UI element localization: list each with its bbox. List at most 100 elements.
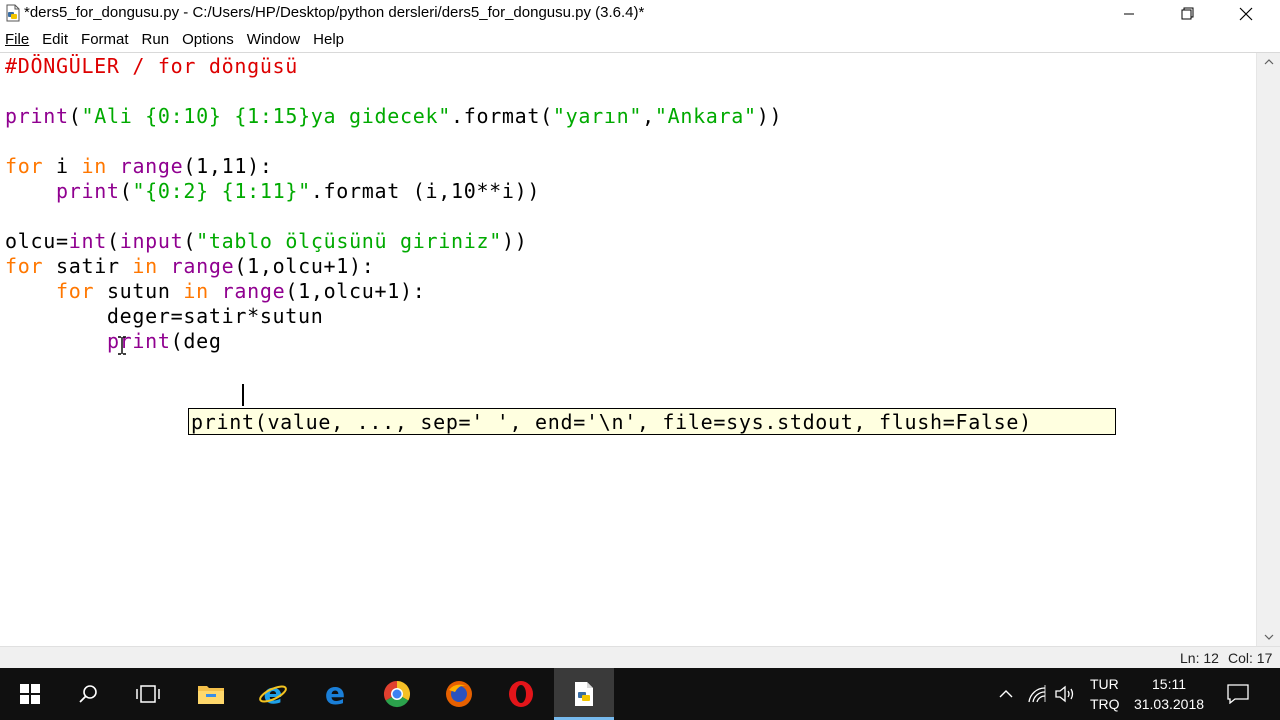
menu-options[interactable]: Options bbox=[176, 29, 241, 51]
menu-run-label: Run bbox=[141, 31, 170, 48]
ibeam-cursor-icon bbox=[118, 336, 126, 355]
code-token: ( bbox=[106, 229, 120, 253]
menu-window-label: Window bbox=[246, 31, 301, 48]
speaker-icon bbox=[1055, 685, 1074, 703]
idle-taskbar-button[interactable] bbox=[554, 668, 614, 720]
code-line: olcu=int(input("tablo ölçüsünü giriniz")… bbox=[5, 229, 527, 254]
python-file-icon bbox=[575, 682, 593, 706]
code-token: satir bbox=[43, 254, 133, 278]
code-token: )) bbox=[756, 104, 783, 128]
code-line: #DÖNGÜLER / for döngüsü bbox=[5, 54, 298, 79]
show-hidden-icons-button[interactable] bbox=[996, 682, 1016, 706]
code-token: range bbox=[119, 154, 184, 178]
code-token: deger=satir*sutun bbox=[5, 304, 324, 328]
start-button[interactable] bbox=[0, 668, 60, 720]
firefox-icon bbox=[446, 681, 472, 707]
clock[interactable]: 15:11 31.03.2018 bbox=[1130, 674, 1208, 714]
code-token: .format( bbox=[450, 104, 553, 128]
file-explorer-taskbar-button[interactable] bbox=[181, 668, 241, 720]
status-bar: Ln: 12 Col: 17 bbox=[0, 646, 1280, 668]
code-token: i bbox=[43, 154, 82, 178]
scroll-down-arrow-icon[interactable] bbox=[1264, 634, 1274, 640]
code-token: (1,11): bbox=[183, 154, 273, 178]
code-token: sutun bbox=[94, 279, 184, 303]
code-token: "tablo ölçüsünü giriniz" bbox=[196, 229, 502, 253]
code-line: for sutun in range(1,olcu+1): bbox=[5, 279, 426, 304]
code-token: )) bbox=[501, 229, 528, 253]
menu-window[interactable]: Window bbox=[241, 29, 307, 51]
chevron-up-icon bbox=[999, 690, 1013, 698]
menu-edit-label: Edit bbox=[42, 31, 69, 48]
code-line: print(deg bbox=[5, 329, 222, 354]
task-view-icon bbox=[136, 685, 160, 703]
code-line: print("{0:2} {1:11}".format (i,10**i)) bbox=[5, 179, 540, 204]
network-button[interactable] bbox=[1026, 682, 1048, 706]
code-token: (1,olcu+1): bbox=[285, 279, 426, 303]
vertical-scrollbar[interactable] bbox=[1256, 53, 1280, 646]
code-token: input bbox=[119, 229, 184, 253]
restore-button[interactable] bbox=[1158, 0, 1216, 27]
code-line: deger=satir*sutun bbox=[5, 304, 324, 329]
input-language-indicator[interactable]: TUR TRQ bbox=[1090, 674, 1120, 714]
code-token: .format (i,10**i)) bbox=[310, 179, 541, 203]
ie-taskbar-button[interactable]: e bbox=[243, 668, 303, 720]
close-button[interactable] bbox=[1217, 0, 1275, 27]
minimize-button[interactable] bbox=[1100, 0, 1158, 27]
opera-taskbar-button[interactable] bbox=[491, 668, 551, 720]
calltip-text: print(value, ..., sep=' ', end='\n', fil… bbox=[191, 410, 1032, 434]
code-token: #DÖNGÜLER / for döngüsü bbox=[5, 54, 299, 78]
code-token: in bbox=[81, 154, 107, 178]
menu-help[interactable]: Help bbox=[307, 29, 351, 51]
svg-text:e: e bbox=[325, 680, 345, 708]
code-token: for bbox=[5, 154, 44, 178]
clock-date: 31.03.2018 bbox=[1133, 696, 1205, 712]
code-token: ( bbox=[68, 104, 82, 128]
chrome-icon bbox=[383, 680, 411, 708]
clock-time: 15:11 bbox=[1152, 676, 1186, 692]
internet-explorer-icon: e bbox=[259, 679, 287, 709]
idle-file-icon[interactable] bbox=[4, 4, 22, 22]
menu-file[interactable]: File bbox=[0, 29, 36, 51]
code-token: range bbox=[170, 254, 235, 278]
edge-icon: e bbox=[325, 680, 345, 708]
menu-bar: File Edit Format Run Options Window Help bbox=[0, 29, 1280, 51]
menu-format[interactable]: Format bbox=[75, 29, 136, 51]
code-token: (1,olcu+1): bbox=[234, 254, 375, 278]
code-token: print bbox=[5, 104, 69, 128]
code-token: (deg bbox=[170, 329, 222, 353]
code-token: "{0:2} {1:11}" bbox=[132, 179, 311, 203]
code-token: olcu= bbox=[5, 229, 69, 253]
wifi-icon bbox=[1028, 685, 1046, 703]
svg-text:e: e bbox=[264, 679, 283, 709]
task-view-button[interactable] bbox=[118, 668, 178, 720]
code-token: ( bbox=[183, 229, 197, 253]
notification-icon bbox=[1227, 684, 1249, 704]
scroll-up-arrow-icon[interactable] bbox=[1264, 59, 1274, 65]
code-editor[interactable]: #DÖNGÜLER / for döngüsü print("Ali {0:10}… bbox=[0, 53, 1256, 646]
search-button[interactable] bbox=[58, 668, 118, 720]
windows-logo-icon bbox=[20, 684, 40, 704]
code-token: , bbox=[642, 104, 655, 128]
opera-icon bbox=[509, 681, 533, 707]
code-line: for satir in range(1,olcu+1): bbox=[5, 254, 375, 279]
menu-edit[interactable]: Edit bbox=[36, 29, 75, 51]
code-token: print bbox=[55, 179, 120, 203]
code-token: "Ankara" bbox=[654, 104, 757, 128]
menu-help-label: Help bbox=[313, 31, 344, 48]
action-center-button[interactable] bbox=[1226, 682, 1250, 706]
code-token: range bbox=[221, 279, 286, 303]
edge-taskbar-button[interactable]: e bbox=[305, 668, 365, 720]
code-token: ( bbox=[119, 179, 133, 203]
firefox-taskbar-button[interactable] bbox=[429, 668, 489, 720]
code-token: in bbox=[132, 254, 158, 278]
code-line: for i in range(1,11): bbox=[5, 154, 273, 179]
search-icon bbox=[79, 685, 97, 703]
volume-button[interactable] bbox=[1054, 682, 1076, 706]
menu-file-label: File bbox=[5, 31, 30, 48]
chrome-taskbar-button[interactable] bbox=[367, 668, 427, 720]
menu-run[interactable]: Run bbox=[136, 29, 177, 51]
code-token: for bbox=[55, 279, 95, 303]
